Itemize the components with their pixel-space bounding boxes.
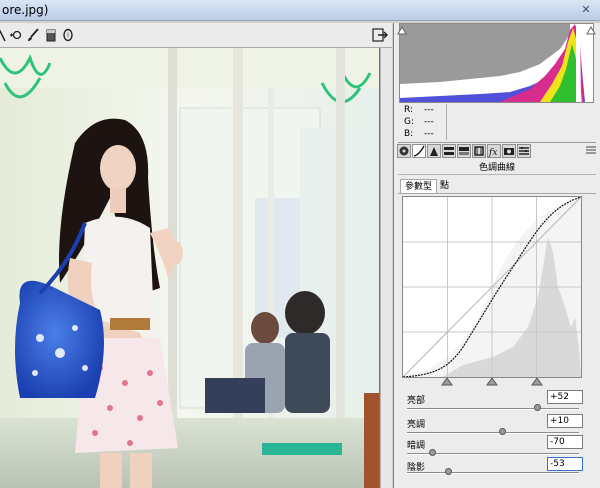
split-point-handle-1[interactable] <box>441 378 453 386</box>
b-value: --- <box>424 129 434 139</box>
aperture-icon <box>399 146 409 156</box>
photo-canvas <box>0 48 379 488</box>
r-value: --- <box>424 105 434 115</box>
radial-tool-icon[interactable] <box>61 28 75 42</box>
close-icon[interactable]: ✕ <box>578 2 594 17</box>
export-icon[interactable] <box>372 27 388 43</box>
readout-divider <box>446 104 447 140</box>
highlights-label: 亮部 <box>407 396 426 406</box>
lights-slider-thumb[interactable] <box>499 428 506 435</box>
photo-preview <box>0 48 380 488</box>
lights-slider-track[interactable] <box>407 432 579 434</box>
subtab-divider <box>398 193 596 194</box>
panel-separator <box>398 142 596 143</box>
tab-lens[interactable] <box>472 144 486 158</box>
brush-tool-icon[interactable] <box>26 28 40 42</box>
tab-detail[interactable] <box>427 144 441 158</box>
histogram <box>399 23 594 103</box>
b-label: B: <box>404 129 414 139</box>
presets-icon <box>519 147 529 155</box>
g-label: G: <box>404 117 415 127</box>
r-label: R: <box>404 105 414 115</box>
darks-field[interactable]: -70 <box>547 435 583 449</box>
shadows-control: 陰影 -53 <box>407 457 587 484</box>
tab-hsl[interactable] <box>442 144 456 158</box>
split-point-handle-3[interactable] <box>531 378 543 386</box>
tab-basic[interactable] <box>397 144 411 158</box>
highlights-field[interactable]: +52 <box>547 390 583 404</box>
shadows-slider-track[interactable] <box>407 472 579 474</box>
highlights-slider-track[interactable] <box>407 408 579 410</box>
shadows-field[interactable]: -53 <box>547 457 583 471</box>
highlights-slider-thumb[interactable] <box>534 404 541 411</box>
window-title: ore.jpg) <box>2 3 49 17</box>
tab-split-toning[interactable] <box>457 144 471 158</box>
panel-menu-icon[interactable] <box>586 146 596 154</box>
tone-curve-icon <box>413 145 425 157</box>
g-value: --- <box>424 117 434 127</box>
filter-tool-icon[interactable] <box>44 28 58 42</box>
detail-icon <box>430 147 438 156</box>
preview-scrollbar[interactable] <box>380 48 392 488</box>
lights-field[interactable]: +10 <box>547 414 583 428</box>
rgb-readout: R: --- G: --- B: --- <box>404 104 434 140</box>
split-toning-icon <box>459 147 469 155</box>
panel-tab-bar: fx <box>397 144 597 159</box>
tab-parametric[interactable]: 參數型 <box>400 179 438 193</box>
tab-tone-curve[interactable] <box>412 144 426 158</box>
tab-presets[interactable] <box>517 144 531 158</box>
tone-curve-title: 色調曲線 <box>398 161 596 175</box>
tone-curve-graph[interactable] <box>402 196 582 378</box>
split-point-handle-2[interactable] <box>486 378 498 386</box>
shadows-slider-thumb[interactable] <box>445 468 452 475</box>
darks-label: 暗調 <box>407 441 426 451</box>
hsl-icon <box>444 147 454 155</box>
darks-slider-thumb[interactable] <box>429 449 436 456</box>
shadow-clipping-icon[interactable] <box>397 25 407 35</box>
svg-text:fx: fx <box>488 148 497 157</box>
tab-camera[interactable] <box>502 144 516 158</box>
tone-curve-svg <box>402 196 582 378</box>
camera-icon <box>504 148 514 155</box>
lens-icon <box>474 146 484 156</box>
red-eye-tool-icon[interactable] <box>9 28 23 42</box>
tab-effects[interactable]: fx <box>487 144 501 158</box>
highlight-clipping-icon[interactable] <box>586 25 596 35</box>
image-toolbar <box>0 23 392 48</box>
lights-label: 亮調 <box>407 420 426 430</box>
fx-icon: fx <box>488 148 497 158</box>
tab-point[interactable]: 點 <box>436 179 453 193</box>
window-titlebar: ore.jpg) ✕ <box>0 0 600 21</box>
